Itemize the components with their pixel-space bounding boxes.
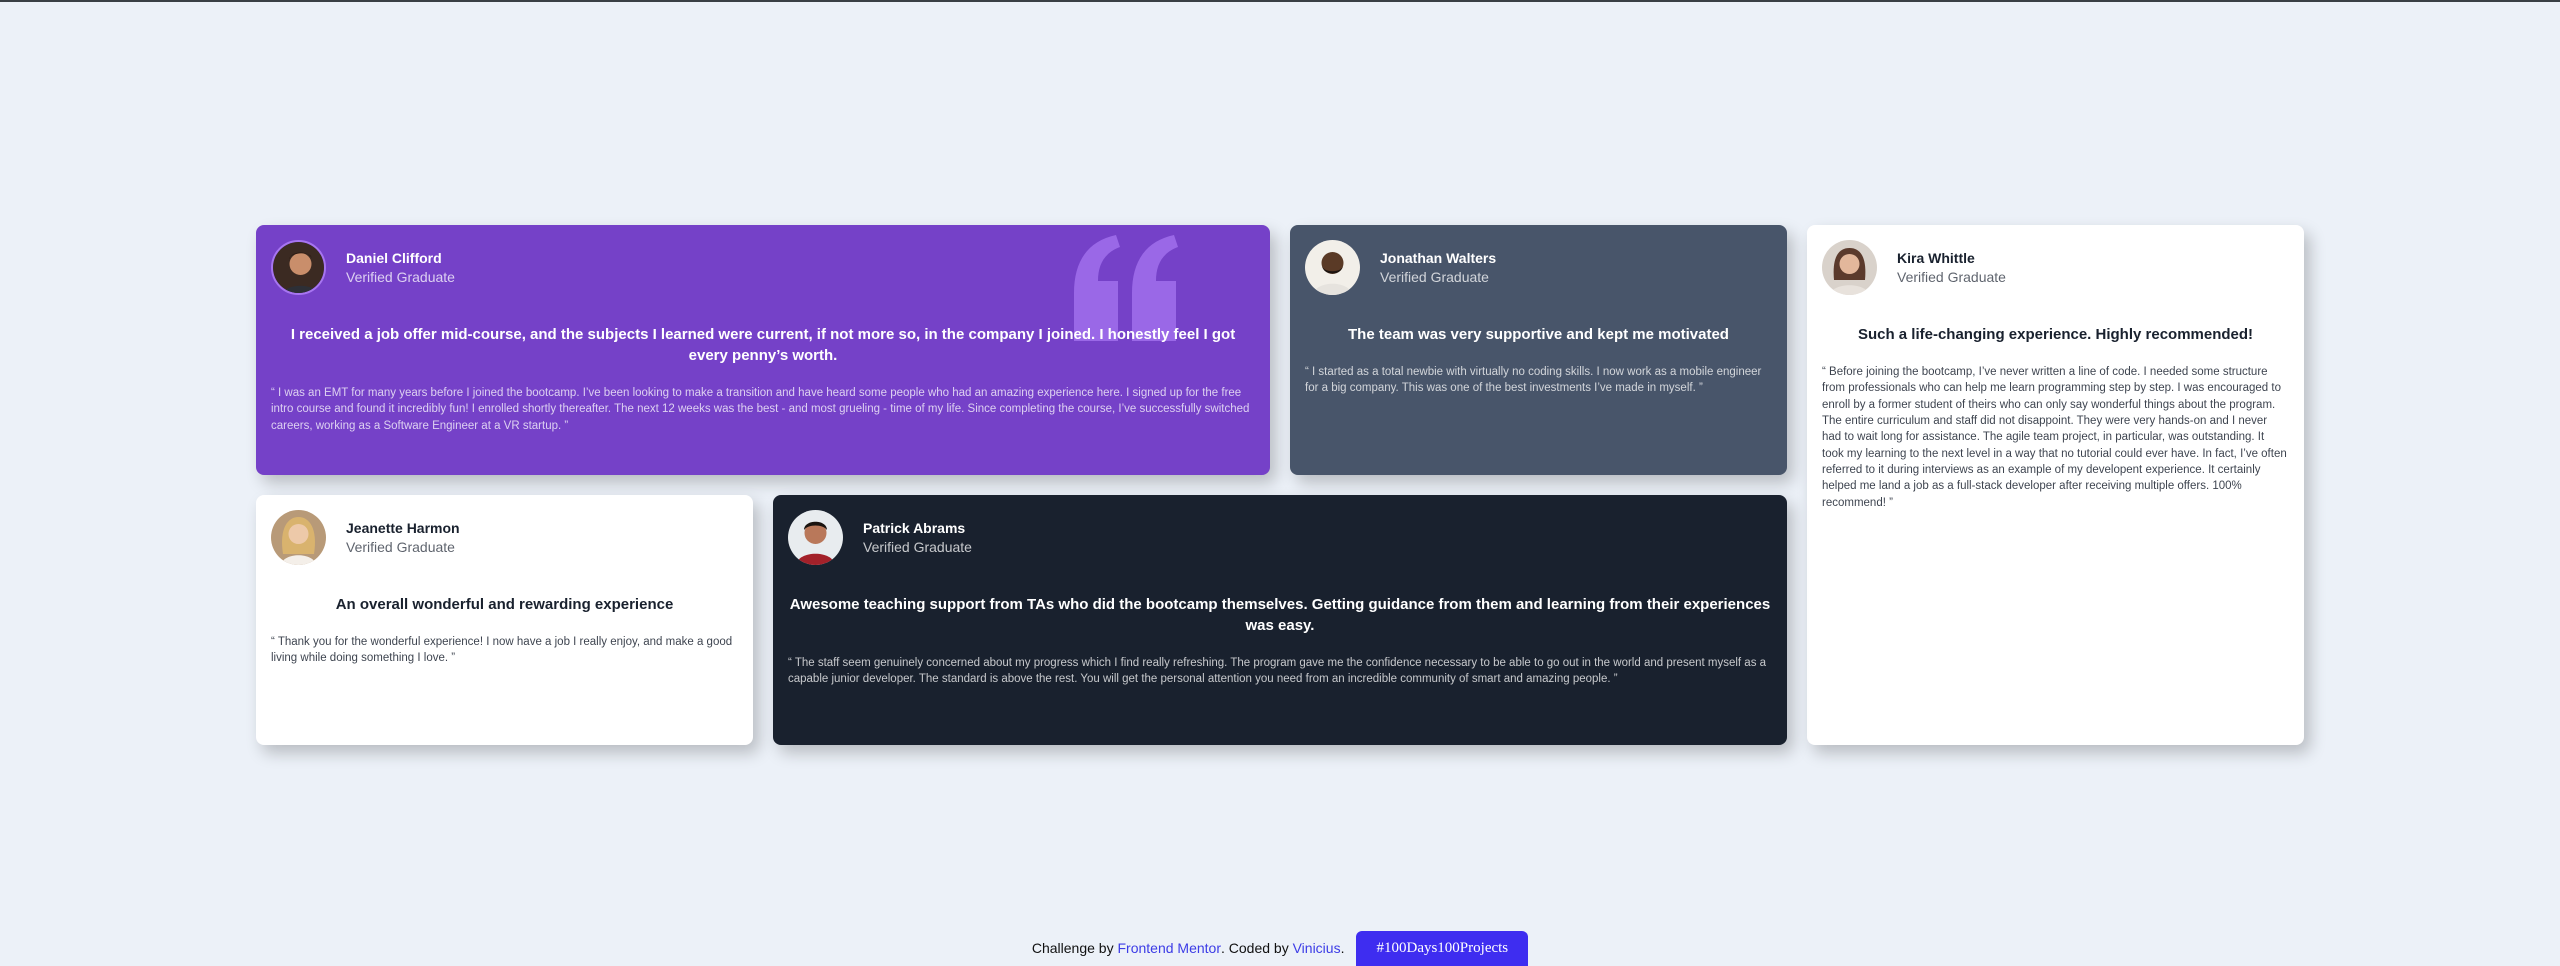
testimonial-body: “ Thank you for the wonderful experience… [271,636,733,665]
author-name: Jeanette Harmon [346,520,460,537]
author-link[interactable]: Vinicius [1293,940,1341,956]
testimonial-body: “ The staff seem genuinely concerned abo… [788,657,1767,686]
challenge-by-text: Challenge by [1031,940,1114,956]
testimonial-body: “ I started as a total newbie with virtu… [1305,366,1762,395]
testimonial-headline: An overall wonderful and rewarding exper… [335,596,674,613]
testimonial-card-jonathan: Jonathan Walters Verified Graduate The t… [1290,225,1787,475]
frontend-mentor-link[interactable]: Frontend Mentor [1117,940,1221,956]
coded-by-text: . Coded by [1220,940,1289,956]
card-header: Jonathan Walters Verified Graduate [1305,240,1772,295]
testimonial-grid: Daniel Clifford Verified Graduate I rece… [256,225,2304,745]
avatar [1305,240,1360,295]
author-status: Verified Graduate [863,538,972,555]
author-name: Daniel Clifford [346,250,442,267]
testimonial-headline: The team was very supportive and kept me… [1348,326,1729,343]
avatar [271,510,326,565]
testimonial-body: “ I was an EMT for many years before I j… [271,387,1250,432]
top-border [0,0,2560,2]
testimonial-headline: I received a job offer mid-course, and t… [290,326,1236,364]
testimonial-body: “ Before joining the bootcamp, I’ve neve… [1822,366,2287,509]
author-status: Verified Graduate [346,268,455,285]
card-header: Jeanette Harmon Verified Graduate [271,510,738,565]
100days-badge[interactable]: #100Days100Projects [1356,930,1529,966]
avatar [1822,240,1877,295]
card-header: Kira Whittle Verified Graduate [1822,240,2289,295]
testimonial-headline: Such a life-changing experience. Highly … [1857,326,2254,343]
footer-period: . [1340,940,1345,956]
author-status: Verified Graduate [1380,268,1489,285]
author-status: Verified Graduate [346,538,455,555]
testimonial-card-patrick: Patrick Abrams Verified Graduate Awesome… [773,495,1787,745]
avatar [271,240,326,295]
testimonial-card-jeanette: Jeanette Harmon Verified Graduate An ove… [256,495,753,745]
testimonial-headline: Awesome teaching support from TAs who di… [789,596,1771,634]
testimonial-card-daniel: Daniel Clifford Verified Graduate I rece… [256,225,1270,475]
card-header: Daniel Clifford Verified Graduate [271,240,1255,295]
author-name: Kira Whittle [1897,250,1975,267]
card-header: Patrick Abrams Verified Graduate [788,510,1772,565]
author-name: Jonathan Walters [1380,250,1497,267]
testimonial-card-kira: Kira Whittle Verified Graduate Such a li… [1807,225,2304,745]
author-status: Verified Graduate [1897,268,2006,285]
avatar [788,510,843,565]
author-name: Patrick Abrams [863,520,966,537]
attribution-footer: Challenge by Frontend Mentor. Coded by V… [0,930,2560,966]
